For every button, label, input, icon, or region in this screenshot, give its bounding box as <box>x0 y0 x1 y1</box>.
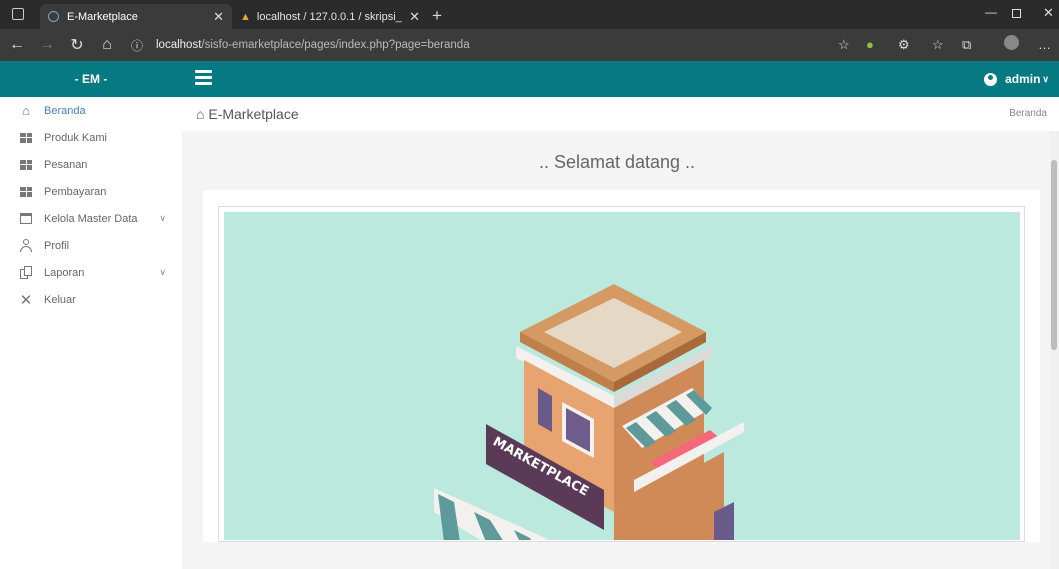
grid-icon <box>18 157 34 173</box>
page-bottom <box>182 542 1059 569</box>
scrollbar-thumb[interactable] <box>1051 160 1057 350</box>
home-icon: ⌂ <box>22 103 30 118</box>
profile-avatar-icon[interactable] <box>1004 35 1019 50</box>
browser-tab-phpmyadmin[interactable]: ▲ localhost / 127.0.0.1 / skripsi_ma ✕ <box>232 4 428 29</box>
breadcrumb: ⌂ E-Marketplace Beranda <box>182 97 1059 131</box>
close-window-button[interactable]: ✕ <box>1043 5 1054 21</box>
close-icon: ✕ <box>19 291 33 309</box>
browser-tab-emarketplace[interactable]: E-Marketplace ✕ <box>40 4 232 29</box>
sidebar-item-profil[interactable]: Profil <box>0 232 182 259</box>
marketplace-illustration: MARKETPLACE <box>224 212 1020 540</box>
sidebar-item-produk-kami[interactable]: Produk Kami <box>0 124 182 151</box>
collections-icon[interactable]: ⧉ <box>962 37 971 53</box>
minimize-button[interactable]: — <box>985 5 997 19</box>
tab-title: localhost / 127.0.0.1 / skripsi_ma <box>256 10 402 23</box>
sidebar-item-label: Profil <box>44 239 70 252</box>
favorites-icon[interactable]: ☆ <box>932 37 944 53</box>
chevron-down-icon: ∨ <box>159 213 166 223</box>
app-header: - EM - admin ∨ <box>0 61 1059 97</box>
back-arrow-icon[interactable]: ← <box>2 36 32 54</box>
home-icon: ⌂ <box>196 106 205 122</box>
chevron-down-icon: ∨ <box>159 267 166 277</box>
breadcrumb-current[interactable]: Beranda <box>1009 97 1047 131</box>
extension-icon[interactable]: ● <box>866 37 874 52</box>
user-circle-icon <box>984 72 998 86</box>
sidebar-item-label: Beranda <box>44 104 86 117</box>
tab-favicon-icon <box>48 11 59 22</box>
user-icon <box>18 238 34 254</box>
sidebar-item-pembayaran[interactable]: Pembayaran <box>0 178 182 205</box>
sidebar-item-label: Laporan <box>44 266 85 279</box>
sidebar-item-pesanan[interactable]: Pesanan <box>0 151 182 178</box>
user-name: admin <box>1005 72 1041 86</box>
user-menu[interactable]: admin ∨ <box>984 61 1049 97</box>
url-input[interactable]: localhost/sisfo-emarketplace/pages/index… <box>156 39 470 51</box>
sidebar-item-label: Pembayaran <box>44 185 107 198</box>
tab-title: E-Marketplace <box>67 10 138 23</box>
grid-icon <box>18 130 34 146</box>
read-aloud-icon[interactable]: ☆ <box>838 37 850 53</box>
page-title: ⌂ E-Marketplace <box>196 106 299 122</box>
sidebar-item-keluar[interactable]: ✕ Keluar <box>0 286 182 313</box>
sidebar-item-beranda[interactable]: ⌂ Beranda <box>0 97 182 124</box>
chevron-down-icon: ∨ <box>1042 73 1049 84</box>
refresh-icon[interactable]: ↻ <box>62 35 92 55</box>
grid-icon <box>18 184 34 200</box>
window-menu-icon[interactable] <box>12 8 24 20</box>
browser-tab-bar: E-Marketplace ✕ ▲ localhost / 127.0.0.1 … <box>0 0 1059 29</box>
forward-arrow-icon[interactable]: → <box>32 36 62 54</box>
phpmyadmin-favicon-icon: ▲ <box>240 10 251 23</box>
info-icon: ⓘ <box>130 38 143 53</box>
table-icon <box>18 211 34 227</box>
sidebar-item-kelola-master-data[interactable]: Kelola Master Data ∨ <box>0 205 182 232</box>
sidebar-item-label: Pesanan <box>44 158 88 171</box>
new-tab-button[interactable]: + <box>432 6 442 26</box>
more-menu-icon[interactable]: … <box>1038 37 1051 52</box>
marketplace-building-image: MARKETPLACE <box>434 284 744 540</box>
sidebar-item-laporan[interactable]: Laporan ∨ <box>0 259 182 286</box>
sidebar-item-label: Kelola Master Data <box>44 212 138 225</box>
tab-close-icon[interactable]: ✕ <box>409 9 420 25</box>
tab-close-icon[interactable]: ✕ <box>213 9 224 25</box>
copy-icon <box>18 265 34 281</box>
welcome-heading: .. Selamat datang .. <box>538 152 696 172</box>
sidebar-item-label: Keluar <box>44 293 76 306</box>
home-icon[interactable]: ⌂ <box>92 36 122 54</box>
brand-logo[interactable]: - EM - <box>0 61 182 97</box>
sidebar-item-label: Produk Kami <box>44 131 107 144</box>
puzzle-icon[interactable]: ⚙ <box>898 37 910 53</box>
hamburger-menu-icon[interactable] <box>195 70 212 85</box>
maximize-button[interactable] <box>1012 9 1021 18</box>
sidebar: ⌂ Beranda Produk Kami Pesanan Pembayaran… <box>0 97 182 569</box>
